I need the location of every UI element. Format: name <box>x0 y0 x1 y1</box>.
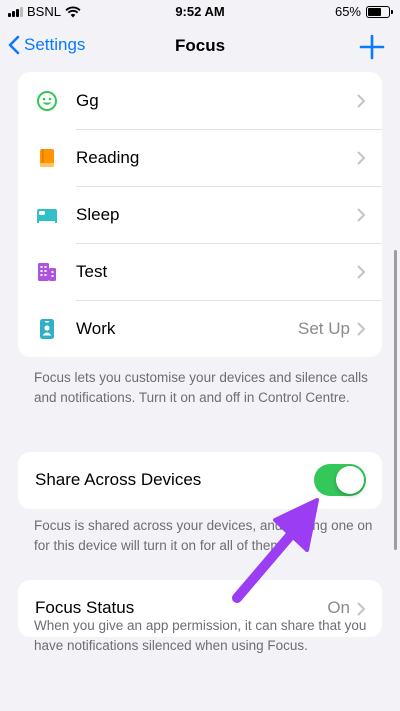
building-icon <box>38 263 56 281</box>
battery-icon <box>366 5 393 18</box>
page-title: Focus <box>174 36 226 55</box>
chevron-right-icon <box>357 265 365 279</box>
focus-mode-value: Set Up <box>298 318 350 338</box>
smiley-icon <box>37 91 57 111</box>
navigation-bar: Settings Focus <box>0 26 400 70</box>
focus-mode-gg[interactable]: Gg <box>18 72 382 129</box>
annotation-arrow-icon <box>232 498 319 603</box>
focus-mode-sleep[interactable]: Sleep <box>18 186 382 243</box>
focus-status-label: Focus Status <box>35 598 135 617</box>
id-badge-icon <box>40 319 54 339</box>
focus-mode-label: Work <box>76 318 116 338</box>
focus-mode-label: Gg <box>76 90 99 110</box>
focus-mode-work[interactable]: Work Set Up <box>18 300 382 357</box>
status-bar: BSNL 9:52 AM 65% <box>0 0 400 26</box>
focus-mode-label: Reading <box>76 147 140 167</box>
chevron-right-icon <box>357 322 365 336</box>
focus-mode-reading[interactable]: Reading <box>18 129 382 186</box>
status-right: 65% <box>334 4 393 19</box>
chevron-right-icon <box>357 602 365 616</box>
plus-icon[interactable] <box>356 31 388 63</box>
bed-icon <box>37 209 57 223</box>
focus-status-footer: When you give an app permission, it can … <box>34 618 367 653</box>
focus-mode-label: Sleep <box>76 204 120 224</box>
scroll-indicator <box>394 250 397 550</box>
focus-modes-list: Gg Reading Sleep Test Work Set Up <box>18 72 382 357</box>
toggle-knob <box>336 466 364 494</box>
chevron-right-icon <box>357 208 365 222</box>
focus-modes-footer: Focus lets you customise your devices an… <box>34 370 368 405</box>
focus-mode-test[interactable]: Test <box>18 243 382 300</box>
focus-mode-label: Test <box>76 261 108 281</box>
book-icon <box>40 149 54 167</box>
battery-percent: 65% <box>334 4 361 19</box>
chevron-right-icon <box>357 94 365 108</box>
chevron-right-icon <box>357 151 365 165</box>
share-across-devices-label: Share Across Devices <box>35 470 202 489</box>
